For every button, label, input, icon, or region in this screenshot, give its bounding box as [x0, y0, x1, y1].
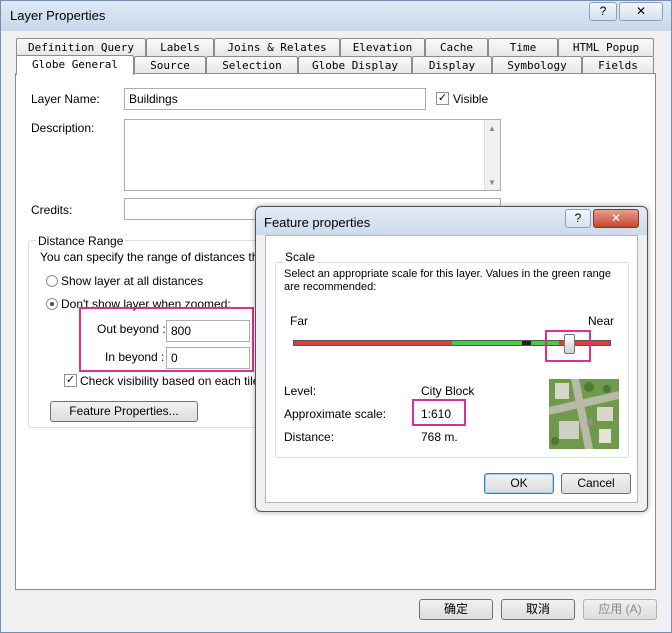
dialog-title: Feature properties — [264, 215, 371, 230]
close-icon: ✕ — [635, 4, 647, 18]
layer-name-input[interactable]: Buildings — [124, 88, 426, 110]
scale-slider-recommended-range — [452, 341, 560, 345]
scale-slider-thumb[interactable] — [563, 334, 575, 354]
show-all-distances-radio[interactable] — [46, 275, 58, 287]
tab-joins-relates[interactable]: Joins & Relates — [214, 38, 340, 56]
visible-checkbox[interactable]: ✓ — [436, 92, 449, 105]
scale-group-label: Scale — [283, 250, 318, 264]
description-scrollbar[interactable]: ▲ ▼ — [484, 120, 500, 190]
feature-properties-dialog: Feature properties ? ✕ Scale Select an a… — [255, 206, 648, 512]
close-icon: ✕ — [610, 211, 622, 225]
dialog-ok-button[interactable]: OK — [484, 473, 554, 494]
distance-label: Distance: — [284, 430, 335, 444]
level-label: Level: — [284, 384, 317, 398]
layer-name-label: Layer Name: — [31, 92, 100, 106]
distance-range-label: Distance Range — [36, 234, 126, 248]
dont-show-when-zoomed-radio[interactable] — [46, 298, 58, 310]
check-tile-visibility-label: Check visibility based on each tile dis — [80, 374, 256, 388]
tab-source[interactable]: Source — [134, 56, 206, 74]
tab-html-popup[interactable]: HTML Popup — [558, 38, 654, 56]
tab-symbology[interactable]: Symbology — [492, 56, 582, 74]
tab-time[interactable]: Time — [488, 38, 558, 56]
tab-elevation[interactable]: Elevation — [340, 38, 425, 56]
tab-cache[interactable]: Cache — [425, 38, 488, 56]
far-label: Far — [290, 314, 308, 328]
tab-labels[interactable]: Labels — [146, 38, 214, 56]
tab-definition-query[interactable]: Definition Query — [16, 38, 146, 56]
dialog-close-button[interactable]: ✕ — [593, 209, 639, 228]
tab-selection[interactable]: Selection — [206, 56, 298, 74]
dialog-help-button[interactable]: ? — [565, 209, 591, 228]
credits-label: Credits: — [31, 203, 73, 217]
tab-globe-general[interactable]: Globe General — [16, 55, 134, 75]
tab-globe-display[interactable]: Globe Display — [298, 56, 412, 74]
scroll-up-icon: ▲ — [488, 124, 496, 133]
show-all-distances-label: Show layer at all distances — [61, 274, 204, 288]
tab-fields[interactable]: Fields — [582, 56, 654, 74]
distance-hint-text: You can specify the range of distances t… — [40, 250, 266, 264]
near-label: Near — [588, 314, 615, 328]
approx-scale-value: 1:610 — [421, 407, 452, 421]
dialog-cancel-button[interactable]: Cancel — [561, 473, 631, 494]
ok-button[interactable]: 确定 — [419, 599, 493, 620]
apply-button[interactable]: 应用 (A) — [583, 599, 657, 620]
out-beyond-label: Out beyond : — [97, 322, 166, 336]
description-textarea[interactable]: ▲ ▼ — [124, 119, 501, 191]
in-beyond-label: In beyond : — [105, 350, 165, 364]
level-value: City Block — [421, 384, 475, 398]
window-title: Layer Properties — [10, 8, 106, 23]
scale-slider-marker — [521, 341, 531, 345]
help-button[interactable]: ? — [589, 2, 617, 21]
approx-scale-label: Approximate scale: — [284, 407, 387, 421]
feature-properties-button[interactable]: Feature Properties... — [50, 401, 198, 422]
tab-display[interactable]: Display — [412, 56, 492, 74]
scroll-down-icon: ▼ — [488, 178, 496, 187]
in-beyond-input[interactable]: 0 — [166, 347, 250, 369]
aerial-thumbnail-image — [549, 379, 619, 449]
out-beyond-input[interactable]: 800 — [166, 320, 250, 342]
check-tile-visibility-checkbox[interactable]: ✓ — [64, 374, 77, 387]
cancel-button[interactable]: 取消 — [501, 599, 575, 620]
description-label: Description: — [31, 121, 95, 135]
scale-instruction-text: Select an appropriate scale for this lay… — [284, 268, 611, 293]
dialog-content: Scale Select an appropriate scale for th… — [265, 235, 638, 503]
visible-label: Visible — [453, 92, 489, 106]
close-button[interactable]: ✕ — [619, 2, 663, 21]
distance-value: 768 m. — [421, 430, 458, 444]
